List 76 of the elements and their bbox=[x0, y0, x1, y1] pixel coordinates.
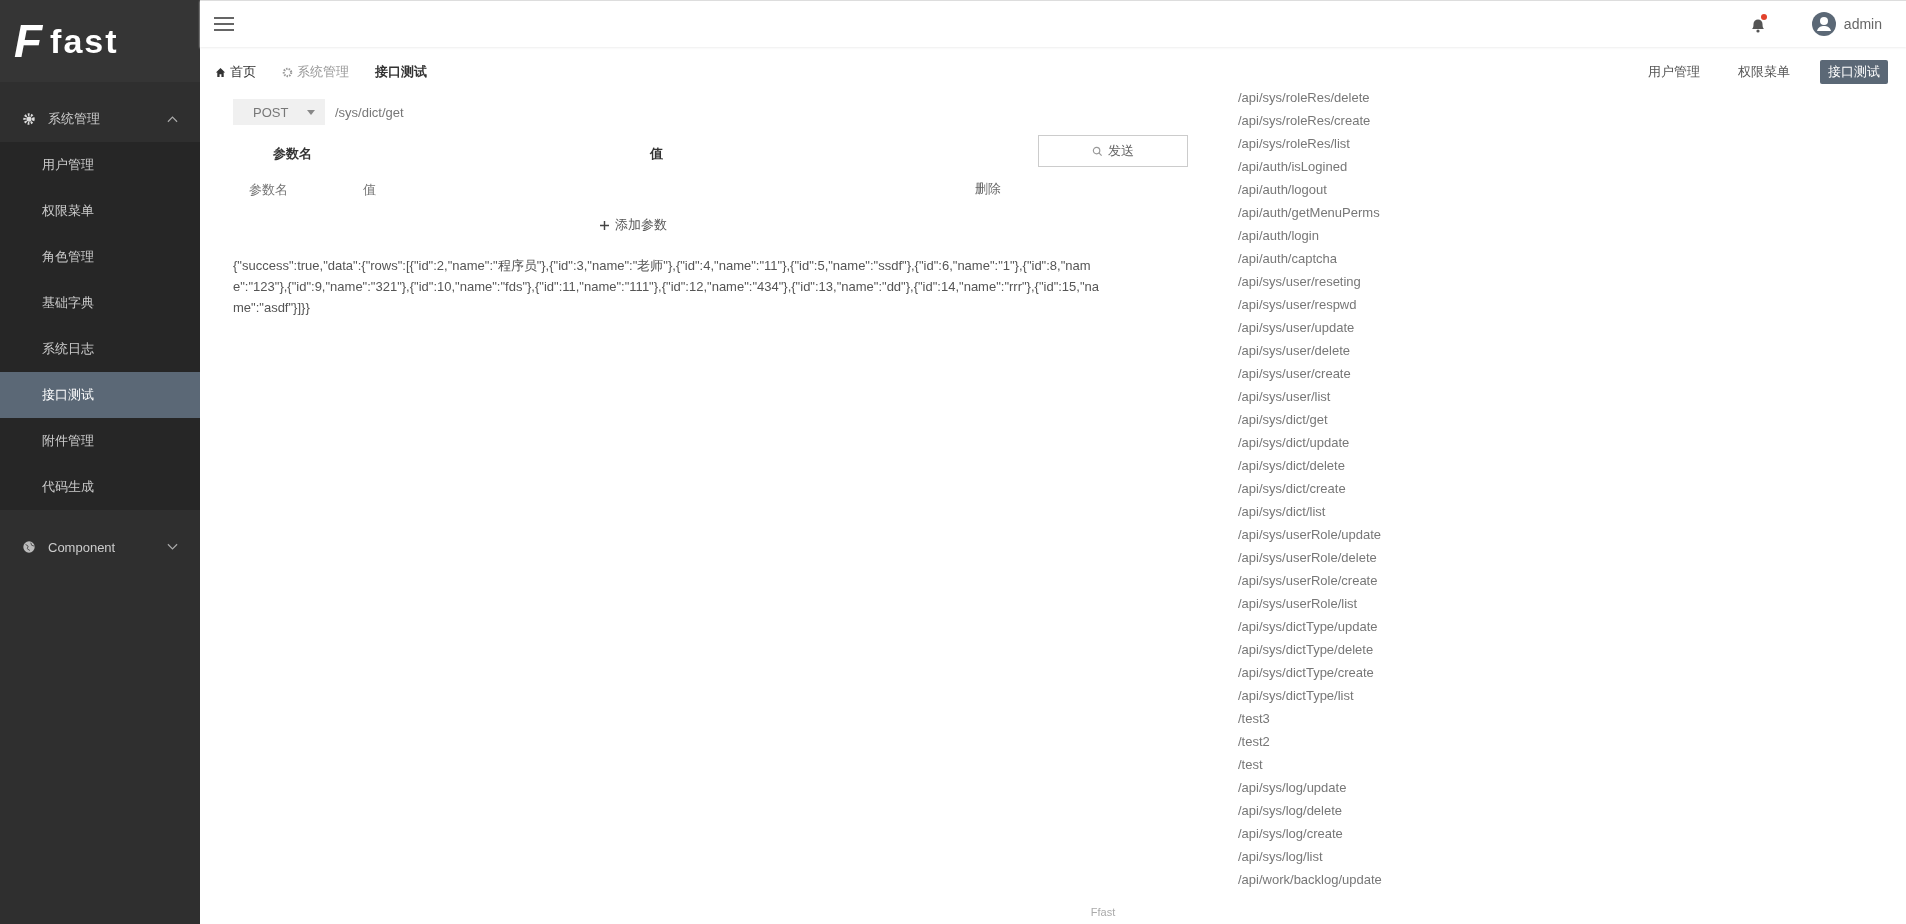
page-tab[interactable]: 用户管理 bbox=[1640, 60, 1708, 84]
menu-icon[interactable] bbox=[214, 16, 234, 32]
globe-icon bbox=[22, 540, 36, 554]
suggestion-item[interactable]: /test bbox=[1235, 753, 1385, 776]
suggestion-item[interactable]: /test3 bbox=[1235, 707, 1385, 730]
chevron-up-icon bbox=[167, 115, 178, 123]
menu-item[interactable]: 附件管理 bbox=[0, 418, 200, 464]
suggestion-item[interactable]: /api/sys/userRole/create bbox=[1235, 569, 1385, 592]
suggestion-item[interactable]: /api/auth/login bbox=[1235, 224, 1385, 247]
logo-mark: F bbox=[14, 14, 43, 68]
suggestion-item[interactable]: /api/sys/userRole/update bbox=[1235, 523, 1385, 546]
delete-link[interactable]: 删除 bbox=[975, 180, 1001, 198]
page-tab[interactable]: 接口测试 bbox=[1820, 60, 1888, 84]
suggestion-item[interactable]: /api/sys/dictType/update bbox=[1235, 615, 1385, 638]
suggestion-item[interactable]: /api/work/backlog/update bbox=[1235, 868, 1385, 891]
breadcrumb-item[interactable]: 首页 bbox=[215, 63, 256, 81]
gear-icon bbox=[282, 66, 293, 78]
menu-group[interactable]: 系统管理 bbox=[0, 96, 200, 142]
suggestion-item[interactable]: /api/sys/user/create bbox=[1235, 362, 1385, 385]
param-value-input[interactable]: 值 bbox=[361, 180, 965, 198]
suggestion-item[interactable]: /api/sys/log/delete bbox=[1235, 799, 1385, 822]
footer-text: Ffast bbox=[1089, 905, 1117, 920]
menu-group[interactable]: Component bbox=[0, 524, 200, 570]
chevron-down-icon bbox=[167, 543, 178, 551]
suggestion-item[interactable]: /test2 bbox=[1235, 730, 1385, 753]
suggestion-item[interactable]: /api/sys/user/respwd bbox=[1235, 293, 1385, 316]
url-input[interactable]: /sys/dict/get bbox=[333, 103, 637, 121]
suggestion-item[interactable]: /api/sys/log/update bbox=[1235, 776, 1385, 799]
suggestion-item[interactable]: /api/sys/user/delete bbox=[1235, 339, 1385, 362]
menu-item[interactable]: 系统日志 bbox=[0, 326, 200, 372]
send-button[interactable]: 发送 bbox=[1038, 135, 1188, 167]
suggestion-item[interactable]: /api/sys/userRole/list bbox=[1235, 592, 1385, 615]
page-tab[interactable]: 权限菜单 bbox=[1730, 60, 1798, 84]
suggestion-item[interactable]: /api/auth/captcha bbox=[1235, 247, 1385, 270]
menu-item[interactable]: 接口测试 bbox=[0, 372, 200, 418]
suggestion-item[interactable]: /api/sys/dict/get bbox=[1235, 408, 1385, 431]
suggestion-item[interactable]: /api/sys/dictType/list bbox=[1235, 684, 1385, 707]
suggestion-item[interactable]: /api/sys/user/update bbox=[1235, 316, 1385, 339]
search-icon bbox=[1092, 145, 1103, 157]
menu-item[interactable]: 权限菜单 bbox=[0, 188, 200, 234]
column-header: 参数名 bbox=[273, 145, 313, 163]
suggestion-item[interactable]: /api/sys/dict/update bbox=[1235, 431, 1385, 454]
menu-item[interactable]: 角色管理 bbox=[0, 234, 200, 280]
menu-item[interactable]: 用户管理 bbox=[0, 142, 200, 188]
suggestion-item[interactable]: /api/sys/log/list bbox=[1235, 845, 1385, 868]
gear-icon bbox=[22, 112, 36, 126]
suggestion-item[interactable]: /api/sys/dictType/delete bbox=[1235, 638, 1385, 661]
caret-icon bbox=[307, 109, 315, 115]
suggestion-item[interactable]: /api/sys/user/list bbox=[1235, 385, 1385, 408]
suggestion-item[interactable]: /api/sys/userRole/delete bbox=[1235, 546, 1385, 569]
suggestion-item[interactable]: /api/sys/roleRes/delete bbox=[1235, 86, 1385, 109]
user-name[interactable]: admin bbox=[1843, 16, 1882, 32]
suggestion-item[interactable]: /api/sys/user/reseting bbox=[1235, 270, 1385, 293]
suggestion-item[interactable]: /api/sys/roleRes/create bbox=[1235, 109, 1385, 132]
logo-text: fast bbox=[50, 21, 119, 61]
breadcrumb-item[interactable]: 系统管理 bbox=[282, 63, 349, 81]
suggestion-item[interactable]: /api/auth/getMenuPerms bbox=[1235, 201, 1385, 224]
menu-item[interactable]: 代码生成 bbox=[0, 464, 200, 510]
avatar-icon[interactable] bbox=[1811, 12, 1836, 36]
suggestion-item[interactable]: /api/sys/dict/list bbox=[1235, 500, 1385, 523]
add-param-button[interactable]: 添加参数 bbox=[599, 216, 667, 234]
suggestion-item[interactable]: /api/sys/dict/create bbox=[1235, 477, 1385, 500]
breadcrumb-item: 接口测试 bbox=[375, 63, 427, 81]
response-text: {"success":true,"data":{"rows":[{"id":2,"name":"程序员"},{"id":3,"name":"老师"},{"id":4,"name":"11"},{"id":5,"name":"ssdf"},{"id":6,"name":"1"},{"id":8,"name":"123"},{"id":9,"name":"321"},{"id":10,"name":"fds"},{"id":11,"name":"111"},{"id":12,"name":"434"},{"id":13,"name":"dd"},{"id":14,"name":"rrr"},{"id":15,"name":"asdf"}]}} bbox=[233, 257, 1100, 317]
home-icon bbox=[215, 66, 226, 78]
suggestion-item[interactable]: /api/sys/roleRes/list bbox=[1235, 132, 1385, 155]
plus-icon bbox=[599, 220, 609, 230]
suggestion-item[interactable]: /api/sys/dict/delete bbox=[1235, 454, 1385, 477]
suggestion-item[interactable]: /api/auth/logout bbox=[1235, 178, 1385, 201]
menu-item[interactable]: 基础字典 bbox=[0, 280, 200, 326]
suggestion-item[interactable]: /api/sys/dictType/create bbox=[1235, 661, 1385, 684]
suggestion-item[interactable]: /api/auth/isLogined bbox=[1235, 155, 1385, 178]
method-select[interactable]: POST bbox=[233, 99, 325, 125]
param-name-input[interactable]: 参数名 bbox=[247, 180, 361, 198]
column-header: 值 bbox=[650, 145, 663, 163]
suggestion-item[interactable]: /api/sys/log/create bbox=[1235, 822, 1385, 845]
